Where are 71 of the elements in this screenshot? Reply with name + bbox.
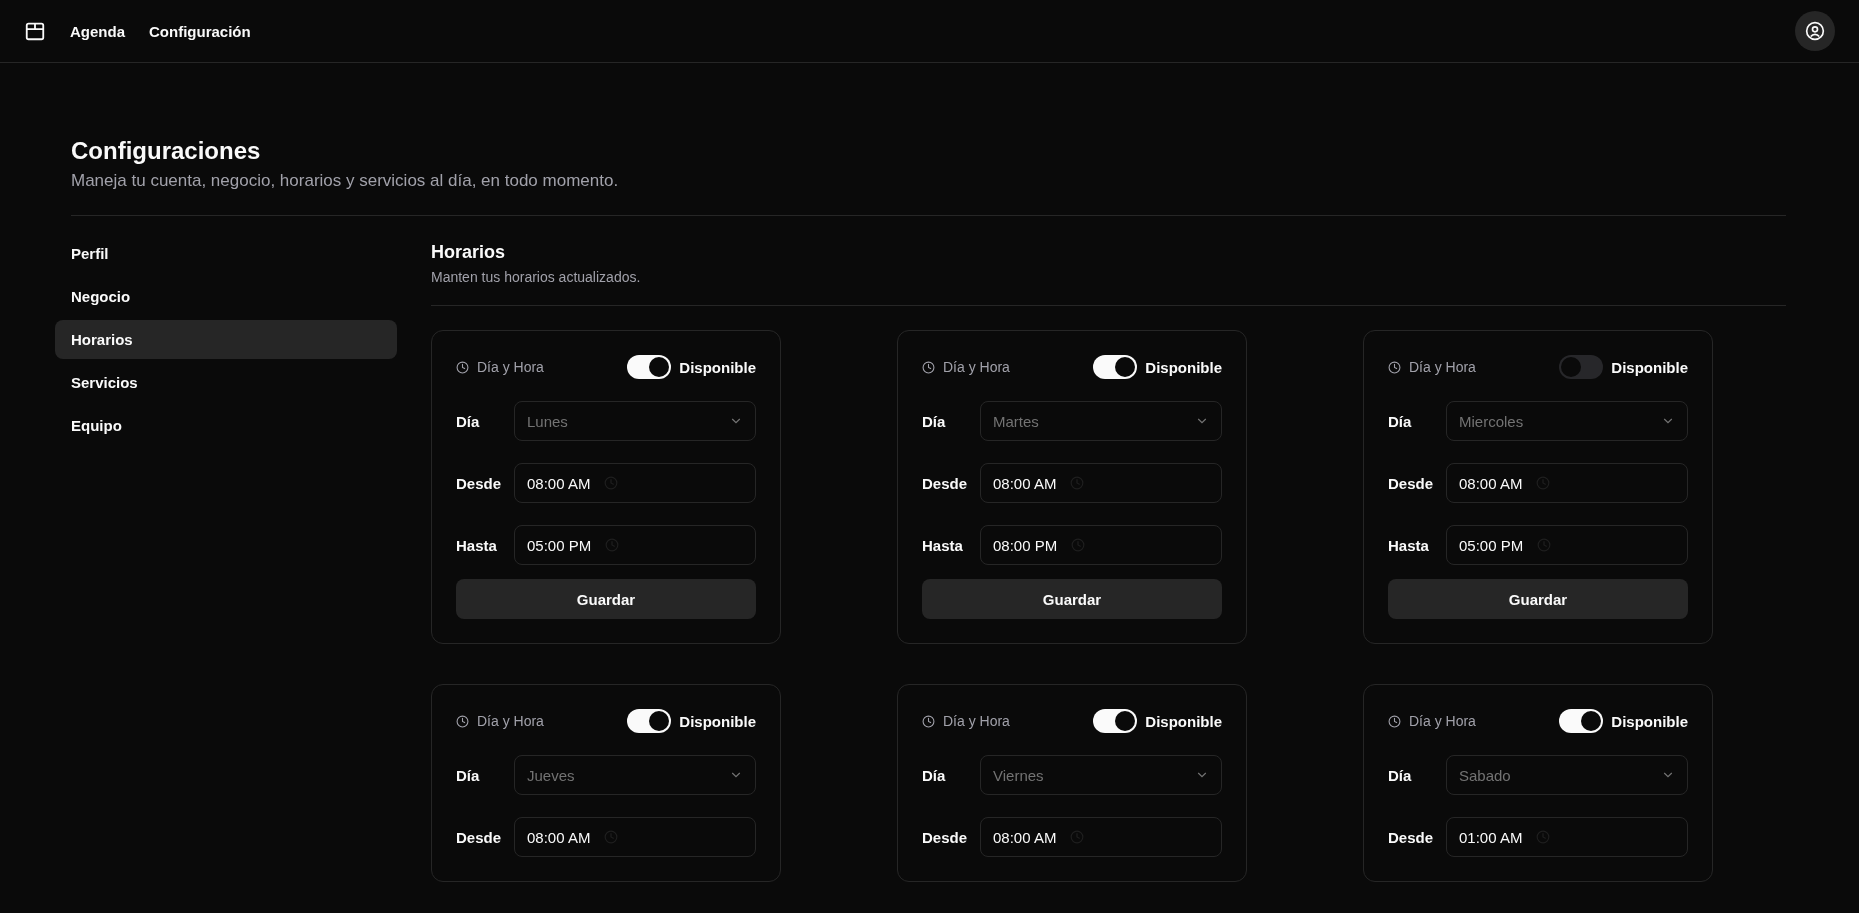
save-button[interactable]: Guardar <box>1388 579 1688 619</box>
clock-icon <box>456 360 469 374</box>
section-subtitle: Manten tus horarios actualizados. <box>431 269 642 285</box>
card-heading: Día y Hora <box>477 713 544 729</box>
availability-toggle[interactable] <box>1559 355 1604 379</box>
time-input[interactable]: 08:00 AM <box>514 463 756 503</box>
field-label: Día <box>1388 766 1413 784</box>
toggle-label: Disponible <box>1611 712 1688 730</box>
toggle-label: Disponible <box>1145 712 1222 730</box>
time-input[interactable]: 05:00 PM <box>514 525 756 565</box>
day-select[interactable]: Martes <box>980 401 1222 441</box>
day-select[interactable]: Jueves <box>514 755 756 795</box>
toggle-label: Disponible <box>679 712 756 730</box>
save-button[interactable]: Guardar <box>922 579 1222 619</box>
availability-toggle[interactable] <box>627 355 672 379</box>
time-input[interactable]: 08:00 AM <box>980 817 1222 857</box>
sidebar-item[interactable]: Servicios <box>55 363 397 402</box>
card-heading: Día y Hora <box>943 713 1010 729</box>
save-button[interactable]: Guardar <box>456 579 756 619</box>
clock-icon <box>1388 714 1401 728</box>
clock-icon <box>922 714 935 728</box>
page-title: Configuraciones <box>71 137 262 165</box>
clock-icon <box>456 714 469 728</box>
sidebar-item[interactable]: Horarios <box>55 320 397 359</box>
nav-link[interactable]: Configuración <box>149 22 251 40</box>
card-heading: Día y Hora <box>1409 359 1476 375</box>
field-label: Día <box>922 412 947 430</box>
user-avatar-button[interactable] <box>1795 11 1835 51</box>
day-select[interactable]: Viernes <box>980 755 1222 795</box>
field-label: Desde <box>922 828 966 846</box>
availability-toggle[interactable] <box>627 709 672 733</box>
page-subtitle: Maneja tu cuenta, negocio, horarios y servicios al día, en todo momento. <box>71 171 620 191</box>
field-label: Día <box>1388 412 1413 430</box>
field-label: Hasta <box>922 536 964 554</box>
toggle-label: Disponible <box>679 358 756 376</box>
availability-toggle[interactable] <box>1559 709 1604 733</box>
day-select[interactable]: Sabado <box>1446 755 1688 795</box>
day-select[interactable]: Lunes <box>514 401 756 441</box>
card-heading: Día y Hora <box>1409 713 1476 729</box>
time-input[interactable]: 05:00 PM <box>1446 525 1688 565</box>
field-label: Desde <box>1388 828 1432 846</box>
time-input[interactable]: 01:00 AM <box>1446 817 1688 857</box>
field-label: Hasta <box>1388 536 1430 554</box>
clock-icon <box>922 360 935 374</box>
sidebar-item[interactable]: Perfil <box>55 234 397 273</box>
nav-link[interactable]: Agenda <box>70 22 125 40</box>
user-icon <box>1805 21 1825 41</box>
card-heading: Día y Hora <box>943 359 1010 375</box>
toggle-label: Disponible <box>1611 358 1688 376</box>
field-label: Desde <box>456 474 500 492</box>
field-label: Hasta <box>456 536 498 554</box>
time-input[interactable]: 08:00 AM <box>1446 463 1688 503</box>
box-logo-icon[interactable] <box>24 20 46 42</box>
field-label: Día <box>456 412 481 430</box>
toggle-label: Disponible <box>1145 358 1222 376</box>
section-title: Horarios <box>431 242 507 263</box>
card-heading: Día y Hora <box>477 359 544 375</box>
time-input[interactable]: 08:00 AM <box>514 817 756 857</box>
sidebar-item[interactable]: Negocio <box>55 277 397 316</box>
field-label: Desde <box>1388 474 1432 492</box>
field-label: Día <box>922 766 947 784</box>
field-label: Desde <box>922 474 966 492</box>
availability-toggle[interactable] <box>1093 709 1138 733</box>
time-input[interactable]: 08:00 PM <box>980 525 1222 565</box>
day-select[interactable]: Miercoles <box>1446 401 1688 441</box>
field-label: Día <box>456 766 481 784</box>
clock-icon <box>1388 360 1401 374</box>
availability-toggle[interactable] <box>1093 355 1138 379</box>
field-label: Desde <box>456 828 500 846</box>
sidebar-item[interactable]: Equipo <box>55 406 397 445</box>
time-input[interactable]: 08:00 AM <box>980 463 1222 503</box>
